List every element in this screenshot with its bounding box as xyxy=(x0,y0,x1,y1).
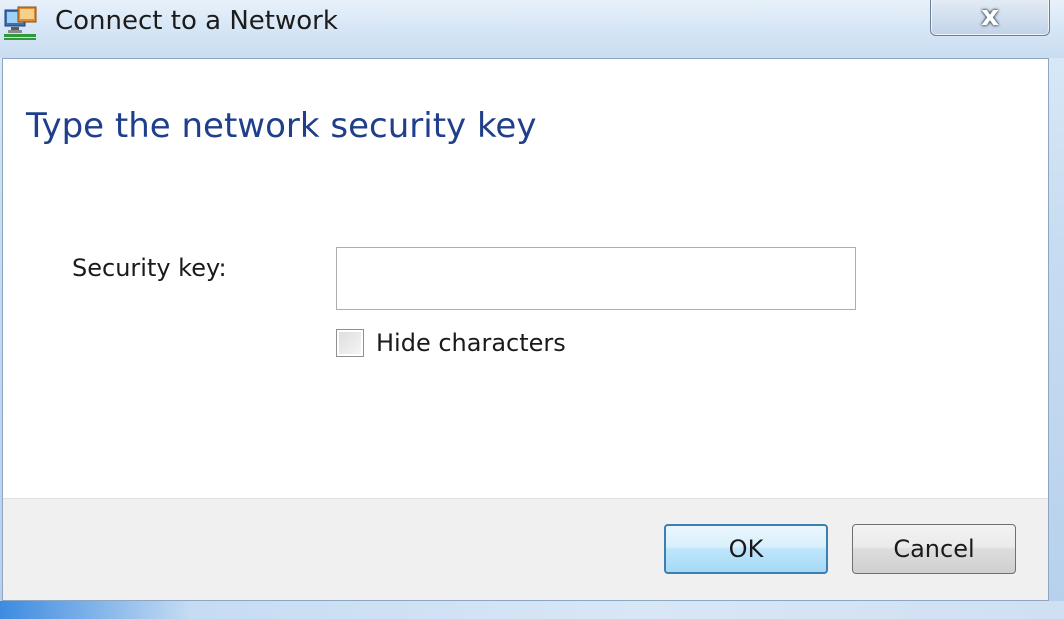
close-icon: x xyxy=(980,0,1000,32)
network-connection-icon xyxy=(2,4,40,42)
connect-to-network-dialog: Connect to a Network x Type the network … xyxy=(0,0,1064,619)
cancel-button-label: Cancel xyxy=(893,535,975,563)
page-heading: Type the network security key xyxy=(26,106,537,146)
hide-characters-option[interactable]: Hide characters xyxy=(336,326,566,360)
ok-button[interactable]: OK xyxy=(664,524,828,574)
cancel-button[interactable]: Cancel xyxy=(852,524,1016,574)
hide-characters-checkbox[interactable] xyxy=(336,329,364,357)
window-title: Connect to a Network xyxy=(55,6,338,36)
security-key-label: Security key: xyxy=(72,254,227,282)
window-bottom-border xyxy=(0,601,1064,619)
security-key-input[interactable] xyxy=(336,247,856,310)
title-bar[interactable]: Connect to a Network x xyxy=(0,0,1064,58)
hide-characters-label[interactable]: Hide characters xyxy=(376,327,566,359)
ok-button-label: OK xyxy=(728,535,764,563)
close-button[interactable]: x xyxy=(930,0,1050,36)
